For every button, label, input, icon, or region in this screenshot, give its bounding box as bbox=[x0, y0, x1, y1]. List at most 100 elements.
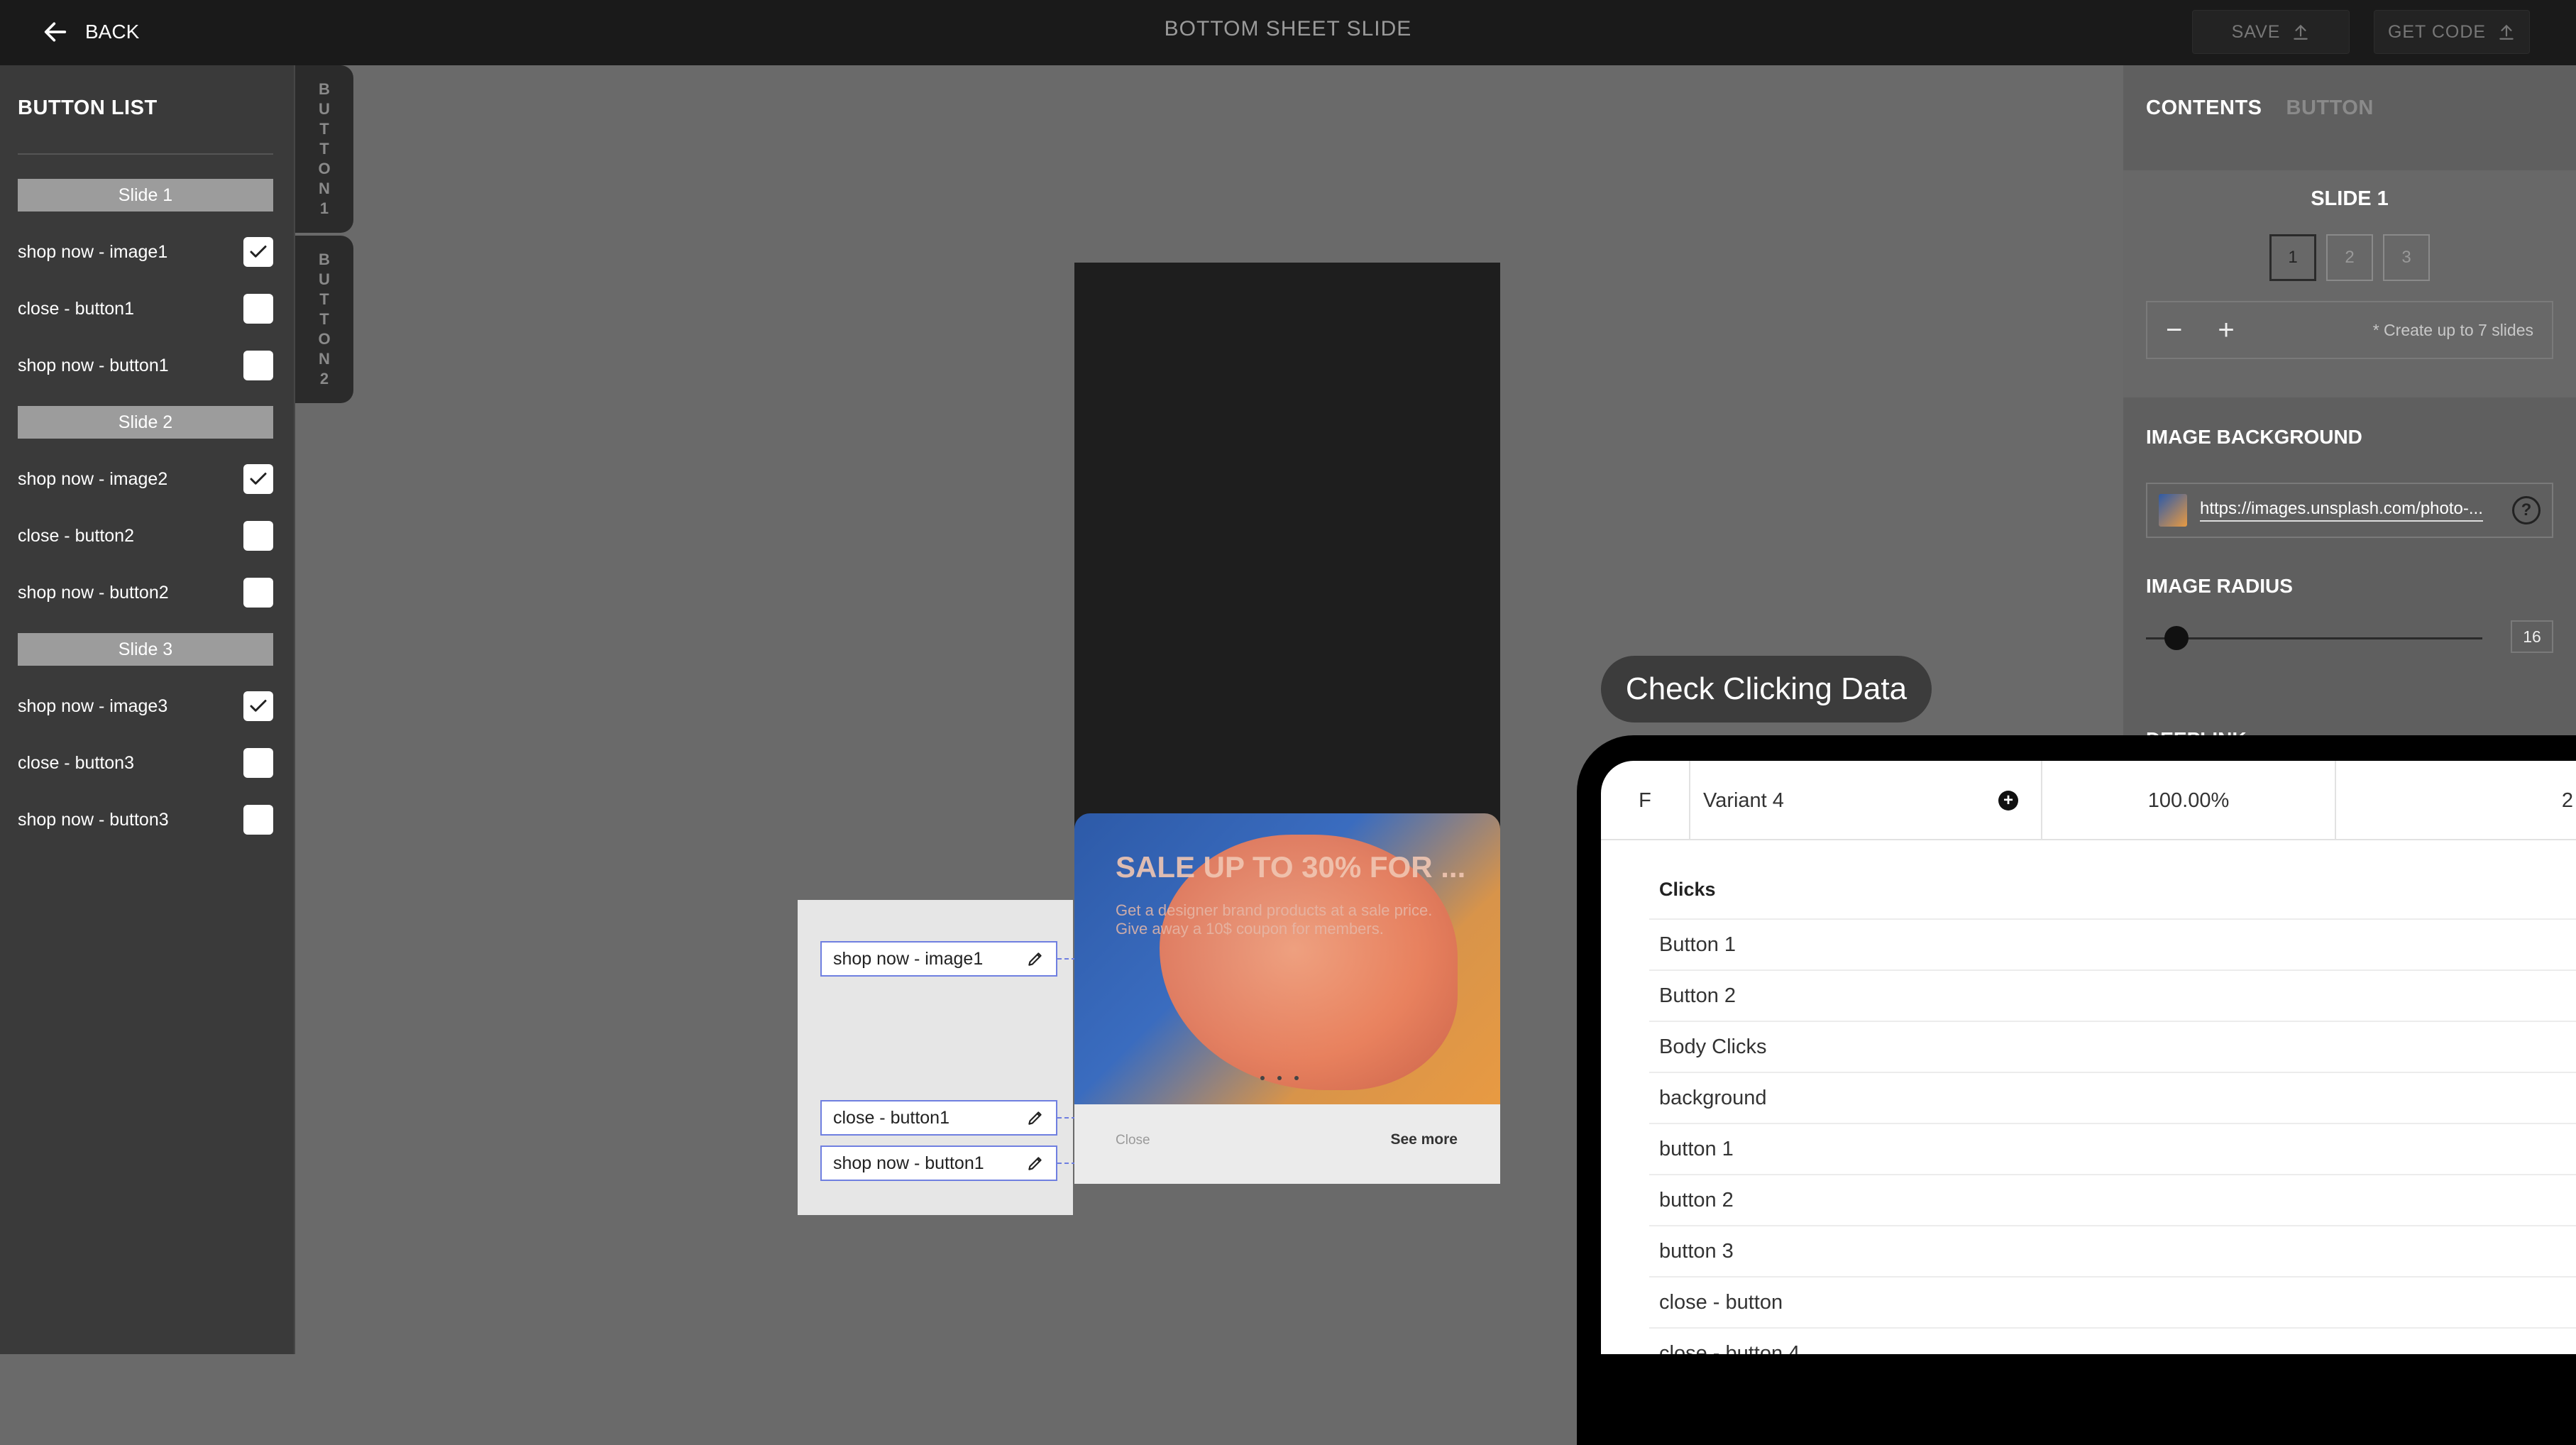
button-list-item: shop now - button1 bbox=[18, 349, 273, 382]
get-code-label: GET CODE bbox=[2387, 21, 2487, 42]
add-icon[interactable]: + bbox=[1998, 791, 2018, 811]
page-title: BOTTOM SHEET SLIDE bbox=[1164, 17, 1412, 40]
radius-slider-handle[interactable] bbox=[2164, 626, 2189, 650]
close-button[interactable]: Close bbox=[1116, 1133, 1150, 1148]
clicks-header: Clicks bbox=[1659, 879, 1716, 900]
tab-button-1[interactable]: B U T T O N 1 bbox=[295, 65, 353, 233]
tab-letter: U bbox=[319, 100, 330, 118]
connector-line bbox=[1057, 1117, 1076, 1119]
tab-contents[interactable]: CONTENTS bbox=[2146, 97, 2262, 120]
tab-letter: T bbox=[319, 310, 329, 328]
click-data-table: F Variant 4 + 100.00% 2 Clicks Button 1 … bbox=[1601, 761, 2576, 1354]
plus-button[interactable]: + bbox=[2218, 314, 2234, 346]
button-checkbox[interactable] bbox=[243, 351, 273, 380]
tab-button-2[interactable]: B U T T O N 2 bbox=[295, 236, 353, 403]
click-item: Button 2 bbox=[1649, 969, 2576, 1021]
slide-header: Slide 3 bbox=[18, 633, 273, 666]
tab-letter: T bbox=[319, 140, 329, 158]
button-name-label: close - button1 bbox=[833, 1107, 950, 1128]
button-checkbox[interactable] bbox=[243, 237, 273, 267]
image-url-field[interactable]: https://images.unsplash.com/photo-... ? bbox=[2146, 483, 2553, 538]
radius-value[interactable]: 16 bbox=[2511, 620, 2553, 653]
variant-row: F Variant 4 + 100.00% 2 bbox=[1601, 761, 2576, 840]
check-icon bbox=[250, 700, 267, 712]
tab-letter: T bbox=[319, 290, 329, 308]
button-list-item: shop now - image2 bbox=[18, 463, 273, 495]
check-icon bbox=[250, 246, 267, 258]
slide-title: SLIDE 1 bbox=[2311, 187, 2389, 210]
slides-note: * Create up to 7 slides bbox=[2372, 320, 2533, 339]
hero-subtitle: Give away a 10$ coupon for members. bbox=[1116, 920, 1384, 938]
button-list-item: shop now - button2 bbox=[18, 576, 273, 609]
minus-button[interactable]: − bbox=[2166, 314, 2182, 346]
slide-header: Slide 2 bbox=[18, 406, 273, 439]
button-list-item: close - button3 bbox=[18, 747, 273, 779]
tab-letter: B bbox=[319, 80, 330, 98]
button-name-field[interactable]: shop now - button1 bbox=[820, 1145, 1057, 1181]
variant-percentage: 100.00% bbox=[2042, 761, 2336, 840]
upload-icon bbox=[2499, 24, 2514, 40]
pencil-icon[interactable] bbox=[1026, 950, 1045, 968]
get-code-button[interactable]: GET CODE bbox=[2374, 10, 2530, 54]
image-thumbnail bbox=[2159, 494, 2187, 527]
button-checkbox[interactable] bbox=[243, 805, 273, 835]
button-list-item-label: shop now - button1 bbox=[18, 355, 169, 375]
button-list-item: close - button2 bbox=[18, 520, 273, 552]
button-list-item: shop now - image3 bbox=[18, 690, 273, 722]
button-checkbox[interactable] bbox=[243, 294, 273, 324]
top-bar: BACK BOTTOM SHEET SLIDE SAVE GET CODE bbox=[0, 0, 2576, 65]
tab-letter: O bbox=[318, 160, 331, 177]
button-checkbox[interactable] bbox=[243, 748, 273, 778]
button-editor-panel: shop now - image1 close - button1 shop n… bbox=[798, 900, 1073, 1215]
slide-number-2[interactable]: 2 bbox=[2326, 234, 2373, 281]
check-clicking-data-button[interactable]: Check Clicking Data bbox=[1601, 656, 1932, 722]
button-list-item-label: shop now - button3 bbox=[18, 809, 169, 830]
variant-count: 2 bbox=[2561, 789, 2573, 812]
slide-image[interactable]: SALE UP TO 30% FOR ... Get a designer br… bbox=[1074, 813, 1500, 1104]
tab-letter: U bbox=[319, 270, 330, 288]
slide-number-1[interactable]: 1 bbox=[2269, 234, 2316, 281]
pencil-icon[interactable] bbox=[1026, 1154, 1045, 1172]
carousel-dots bbox=[1260, 1076, 1299, 1080]
slide-number-3[interactable]: 3 bbox=[2383, 234, 2430, 281]
carousel-dot[interactable] bbox=[1277, 1076, 1282, 1080]
image-url[interactable]: https://images.unsplash.com/photo-... bbox=[2200, 499, 2483, 522]
button-list-item-label: close - button1 bbox=[18, 298, 134, 319]
button-list-item: shop now - button3 bbox=[18, 803, 273, 836]
click-item: button 3 bbox=[1649, 1225, 2576, 1276]
upload-icon bbox=[2294, 24, 2308, 40]
tab-letter: B bbox=[319, 251, 330, 268]
tab-letter: 2 bbox=[319, 370, 329, 388]
pencil-icon[interactable] bbox=[1026, 1109, 1045, 1127]
tab-button[interactable]: BUTTON bbox=[2286, 97, 2374, 120]
button-list-item-label: close - button3 bbox=[18, 752, 134, 773]
button-checkbox[interactable] bbox=[243, 691, 273, 721]
radius-slider-track[interactable] bbox=[2146, 637, 2482, 639]
image-background-label: IMAGE BACKGROUND bbox=[2146, 426, 2362, 448]
button-checkbox[interactable] bbox=[243, 578, 273, 608]
button-checkbox[interactable] bbox=[243, 464, 273, 494]
button-list-item-label: shop now - image2 bbox=[18, 468, 168, 489]
click-item: background bbox=[1649, 1072, 2576, 1123]
button-list-item-label: shop now - button2 bbox=[18, 582, 169, 603]
save-button[interactable]: SAVE bbox=[2192, 10, 2350, 54]
carousel-dot[interactable] bbox=[1260, 1076, 1265, 1080]
tab-letter: N bbox=[319, 350, 330, 368]
variant-name: Variant 4 bbox=[1703, 789, 1784, 812]
see-more-button[interactable]: See more bbox=[1390, 1131, 1458, 1148]
hero-title: SALE UP TO 30% FOR ... bbox=[1116, 850, 1466, 884]
carousel-dot[interactable] bbox=[1294, 1076, 1299, 1080]
slide-settings-card: SLIDE 1 1 2 3 − + * Create up to 7 slide… bbox=[2123, 170, 2576, 397]
tab-letter: T bbox=[319, 120, 329, 138]
tab-letter: 1 bbox=[319, 199, 329, 217]
button-list-item: close - button1 bbox=[18, 292, 273, 325]
button-name-field[interactable]: shop now - image1 bbox=[820, 941, 1057, 977]
click-item: close - button 4 bbox=[1649, 1327, 2576, 1354]
button-name-field[interactable]: close - button1 bbox=[820, 1100, 1057, 1136]
help-icon[interactable]: ? bbox=[2512, 496, 2541, 524]
bottom-sheet-actions: Close See more bbox=[1074, 1104, 1500, 1184]
button-list-item: shop now - image1 bbox=[18, 236, 273, 268]
click-item: button 1 bbox=[1649, 1123, 2576, 1174]
button-checkbox[interactable] bbox=[243, 521, 273, 551]
click-item: Body Clicks bbox=[1649, 1021, 2576, 1072]
